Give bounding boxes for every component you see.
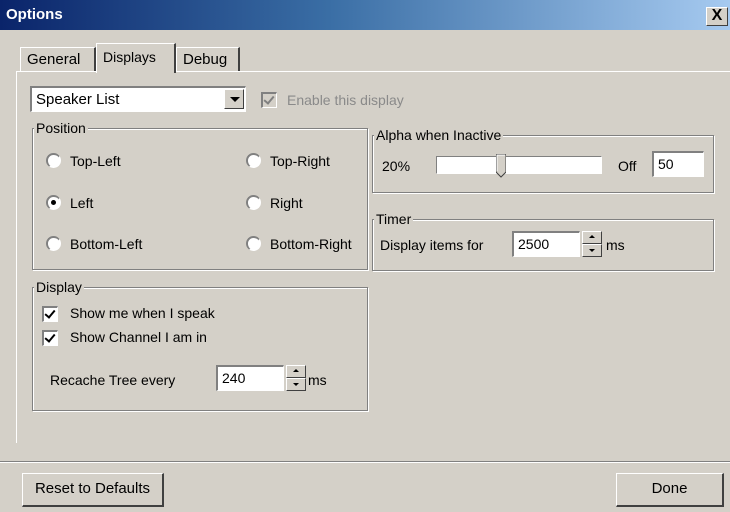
title-bar bbox=[0, 0, 730, 30]
tab-panel bbox=[16, 71, 730, 443]
tab-debug[interactable]: Debug bbox=[176, 47, 240, 71]
tab-displays[interactable]: Displays bbox=[96, 43, 176, 73]
done-button[interactable]: Done bbox=[616, 473, 724, 507]
window-title: Options bbox=[6, 6, 63, 23]
tab-general[interactable]: General bbox=[20, 47, 96, 71]
reset-defaults-button[interactable]: Reset to Defaults bbox=[22, 473, 164, 507]
close-button[interactable]: X bbox=[706, 7, 728, 26]
bottom-separator bbox=[0, 461, 730, 463]
close-icon: X bbox=[711, 7, 723, 24]
